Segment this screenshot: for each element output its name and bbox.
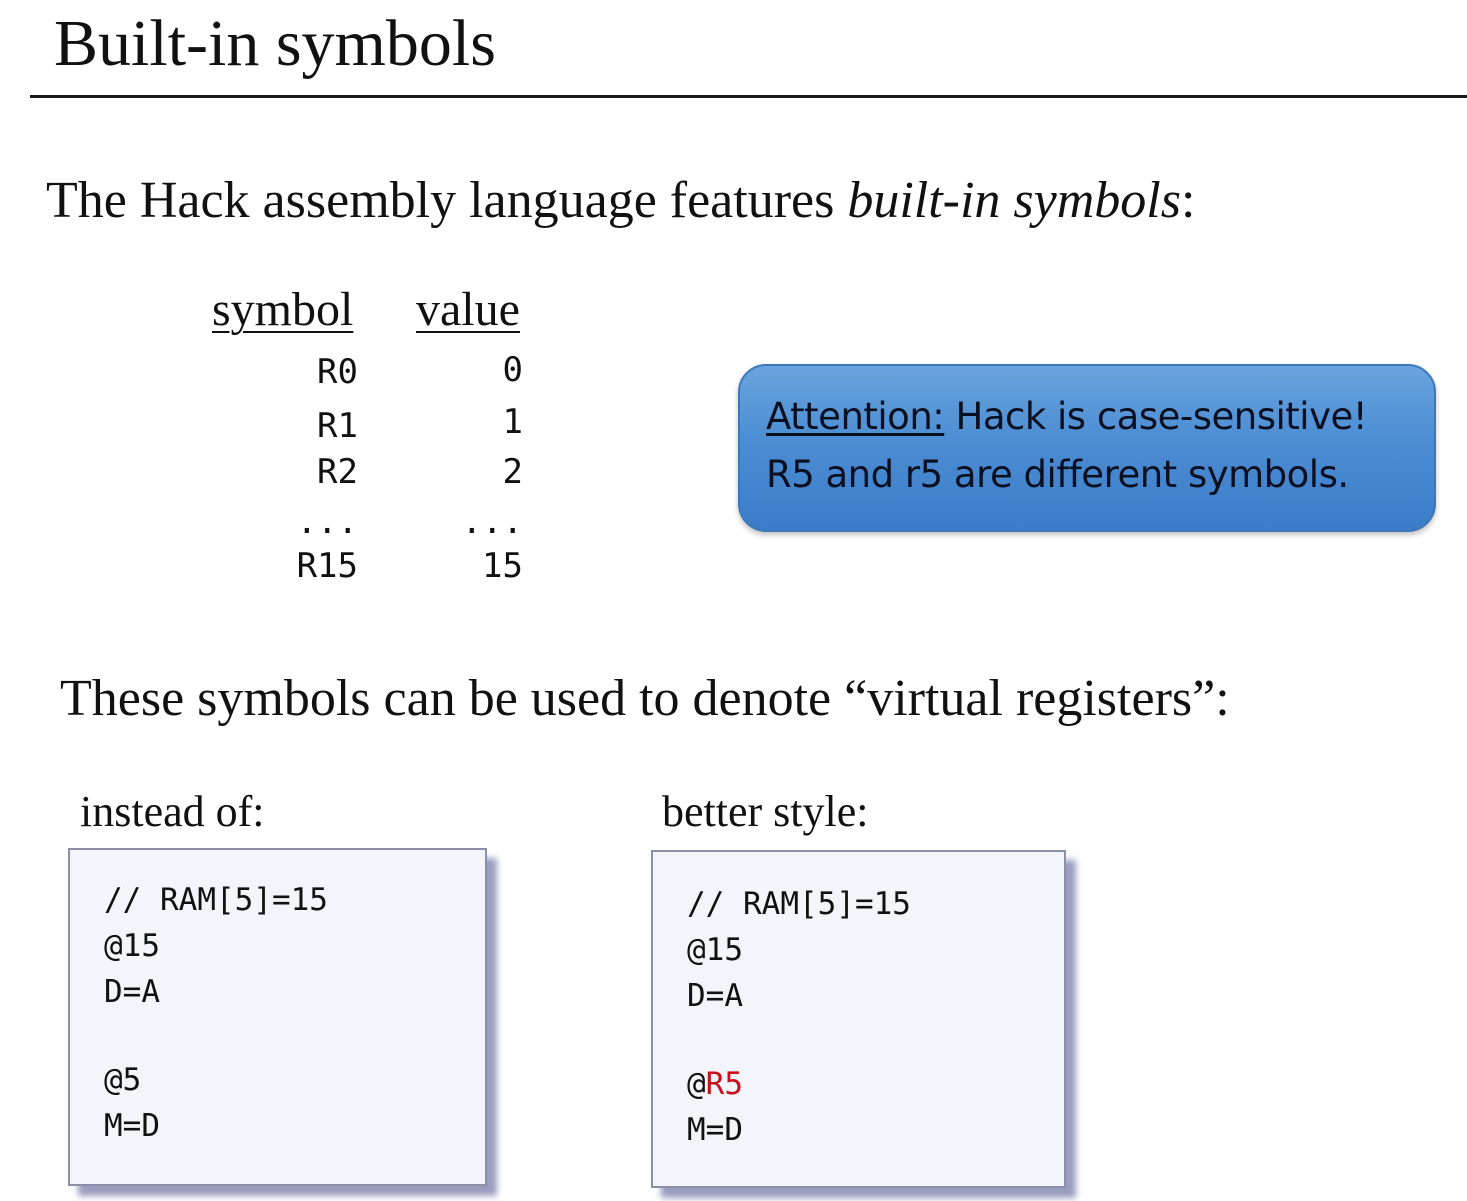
virtual-register-highlight: R5 bbox=[705, 1066, 743, 1102]
callout-label: Attention: bbox=[766, 395, 945, 438]
table-cell-value: 1 bbox=[502, 402, 523, 442]
code-box-better-style: // RAM[5]=15 @15 D=A @R5 M=D bbox=[651, 850, 1066, 1188]
table-cell-symbol: R15 bbox=[296, 546, 358, 586]
title-divider bbox=[30, 95, 1467, 98]
code-line: M=D bbox=[104, 1108, 160, 1144]
code-line: @15 bbox=[687, 932, 743, 968]
table-cell-symbol: R0 bbox=[317, 352, 358, 392]
intro-text: The Hack assembly language features bbox=[46, 172, 848, 229]
better-style-label: better style: bbox=[662, 787, 869, 836]
code-line: // RAM[5]=15 bbox=[104, 882, 328, 918]
column-header-symbol: symbol bbox=[212, 283, 354, 336]
table-cell-symbol: R2 bbox=[317, 452, 358, 492]
table-cell-symbol: R1 bbox=[317, 406, 358, 446]
code-line: D=A bbox=[104, 974, 160, 1010]
instead-of-label: instead of: bbox=[80, 787, 265, 836]
code-line: @15 bbox=[104, 928, 160, 964]
slide-title: Built-in symbols bbox=[54, 7, 496, 80]
table-cell-value: ... bbox=[461, 502, 523, 542]
registers-sentence: These symbols can be used to denote “vir… bbox=[60, 670, 1230, 727]
table-cell-value: 0 bbox=[502, 350, 523, 390]
intro-colon: : bbox=[1181, 172, 1196, 229]
code-line: @5 bbox=[104, 1062, 142, 1098]
intro-sentence: The Hack assembly language features buil… bbox=[46, 168, 1195, 234]
code-box-instead-of: // RAM[5]=15 @15 D=A @5 M=D bbox=[68, 848, 487, 1186]
callout-text: Hack is case-sensitive! bbox=[944, 395, 1368, 438]
code-line: // RAM[5]=15 bbox=[687, 886, 911, 922]
table-cell-value: 2 bbox=[502, 452, 523, 492]
table-cell-value: 15 bbox=[482, 546, 523, 586]
code-line: M=D bbox=[687, 1112, 743, 1148]
code-line-highlighted: @R5 bbox=[687, 1064, 743, 1104]
code-at-sign: @ bbox=[687, 1066, 706, 1102]
callout-line-2: R5 and r5 are different symbols. bbox=[766, 453, 1349, 496]
table-cell-symbol: ... bbox=[296, 502, 358, 542]
column-header-value: value bbox=[416, 283, 520, 336]
code-line: D=A bbox=[687, 978, 743, 1014]
callout-line-1: Attention: Hack is case-sensitive! bbox=[766, 388, 1410, 446]
attention-callout: Attention: Hack is case-sensitive! R5 an… bbox=[738, 364, 1436, 532]
intro-emphasis: built-in symbols bbox=[847, 172, 1181, 229]
